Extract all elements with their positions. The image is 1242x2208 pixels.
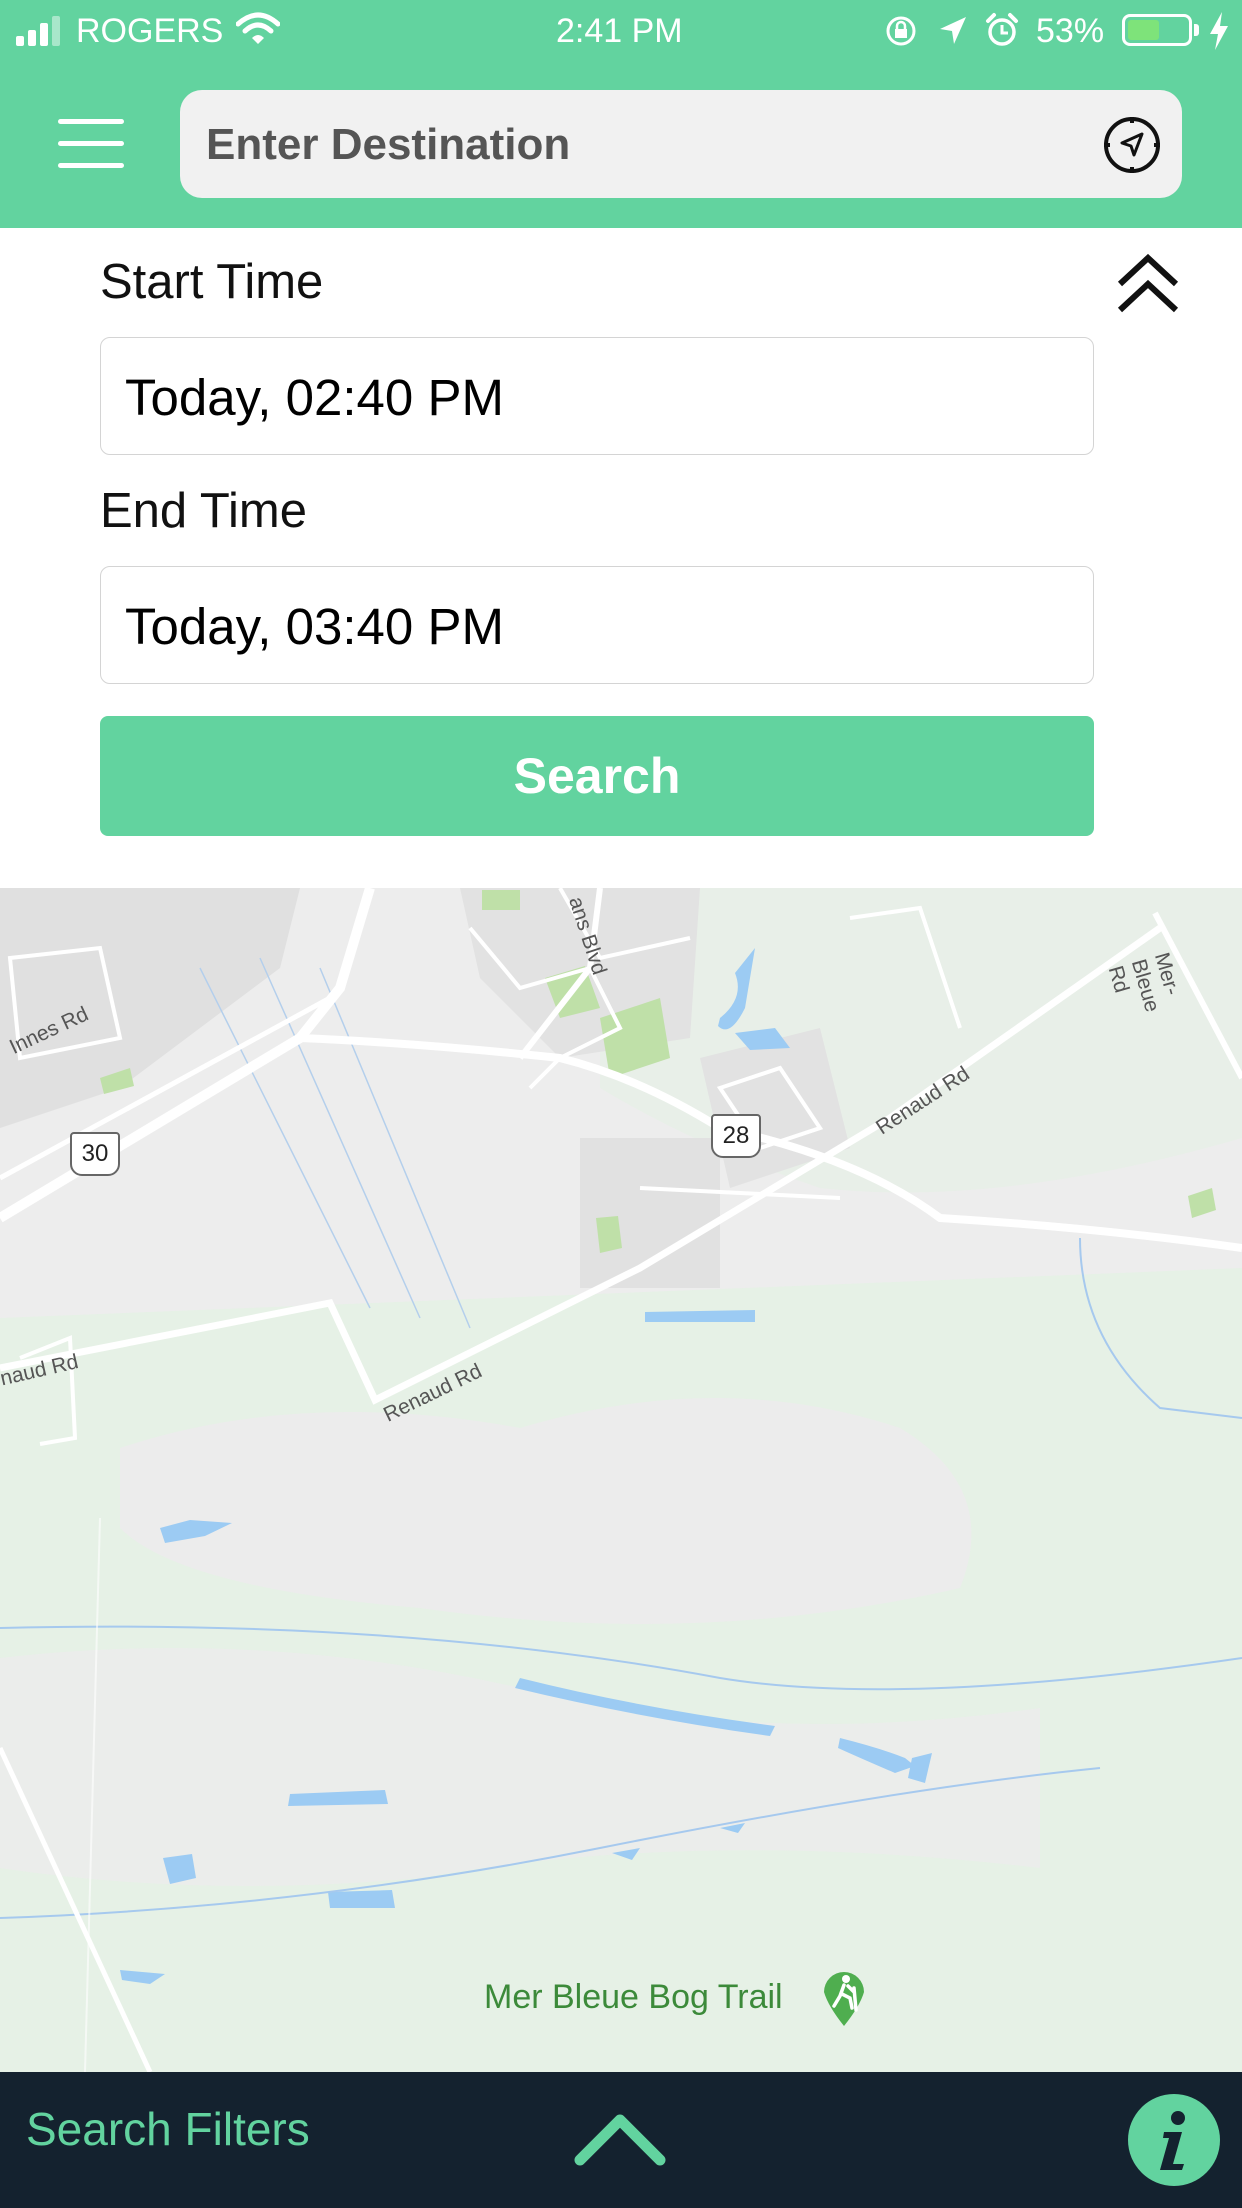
bottom-bar: Search Filters bbox=[0, 2072, 1242, 2208]
compass-navigation-icon[interactable] bbox=[1102, 115, 1162, 175]
poi-label[interactable]: Mer Bleue Bog Trail bbox=[484, 1978, 783, 2017]
battery-percent: 53% bbox=[1036, 12, 1105, 50]
signal-strength-icon bbox=[16, 16, 60, 46]
battery-icon bbox=[1122, 14, 1199, 46]
route-shield-28: 28 bbox=[711, 1114, 761, 1158]
alarm-icon bbox=[986, 13, 1018, 46]
status-bar: ROGERS 2:41 PM 53% bbox=[0, 0, 1242, 64]
search-button[interactable]: Search bbox=[100, 716, 1094, 836]
start-time-input[interactable] bbox=[123, 356, 1067, 438]
info-button[interactable] bbox=[1128, 2094, 1220, 2186]
start-time-label: Start Time bbox=[100, 255, 324, 309]
chevron-up-icon[interactable] bbox=[572, 2108, 668, 2168]
search-filters-label[interactable]: Search Filters bbox=[26, 2102, 310, 2156]
double-chevron-up-icon[interactable] bbox=[1112, 248, 1184, 320]
wifi-icon bbox=[236, 12, 280, 44]
map-view[interactable]: Innes Rd naud Rd Renaud Rd Renaud Rd Mer… bbox=[0, 888, 1242, 2072]
start-time-field bbox=[100, 337, 1094, 455]
destination-input[interactable] bbox=[204, 108, 1068, 182]
map-canvas bbox=[0, 888, 1242, 2072]
end-time-input[interactable] bbox=[123, 585, 1067, 667]
hamburger-menu-icon[interactable] bbox=[58, 119, 124, 169]
charging-bolt-icon bbox=[1210, 12, 1228, 50]
destination-search-bar bbox=[180, 90, 1182, 198]
end-time-field bbox=[100, 566, 1094, 684]
info-icon bbox=[1160, 2111, 1185, 2170]
top-header bbox=[0, 64, 1242, 228]
clock: 2:41 PM bbox=[556, 12, 683, 50]
location-arrow-icon bbox=[940, 17, 966, 44]
route-shield-30: 30 bbox=[70, 1132, 120, 1176]
rotation-lock-icon bbox=[886, 16, 916, 46]
end-time-label: End Time bbox=[100, 484, 307, 538]
carrier-name: ROGERS bbox=[76, 12, 224, 50]
hiking-pin-icon[interactable] bbox=[820, 1966, 868, 2028]
